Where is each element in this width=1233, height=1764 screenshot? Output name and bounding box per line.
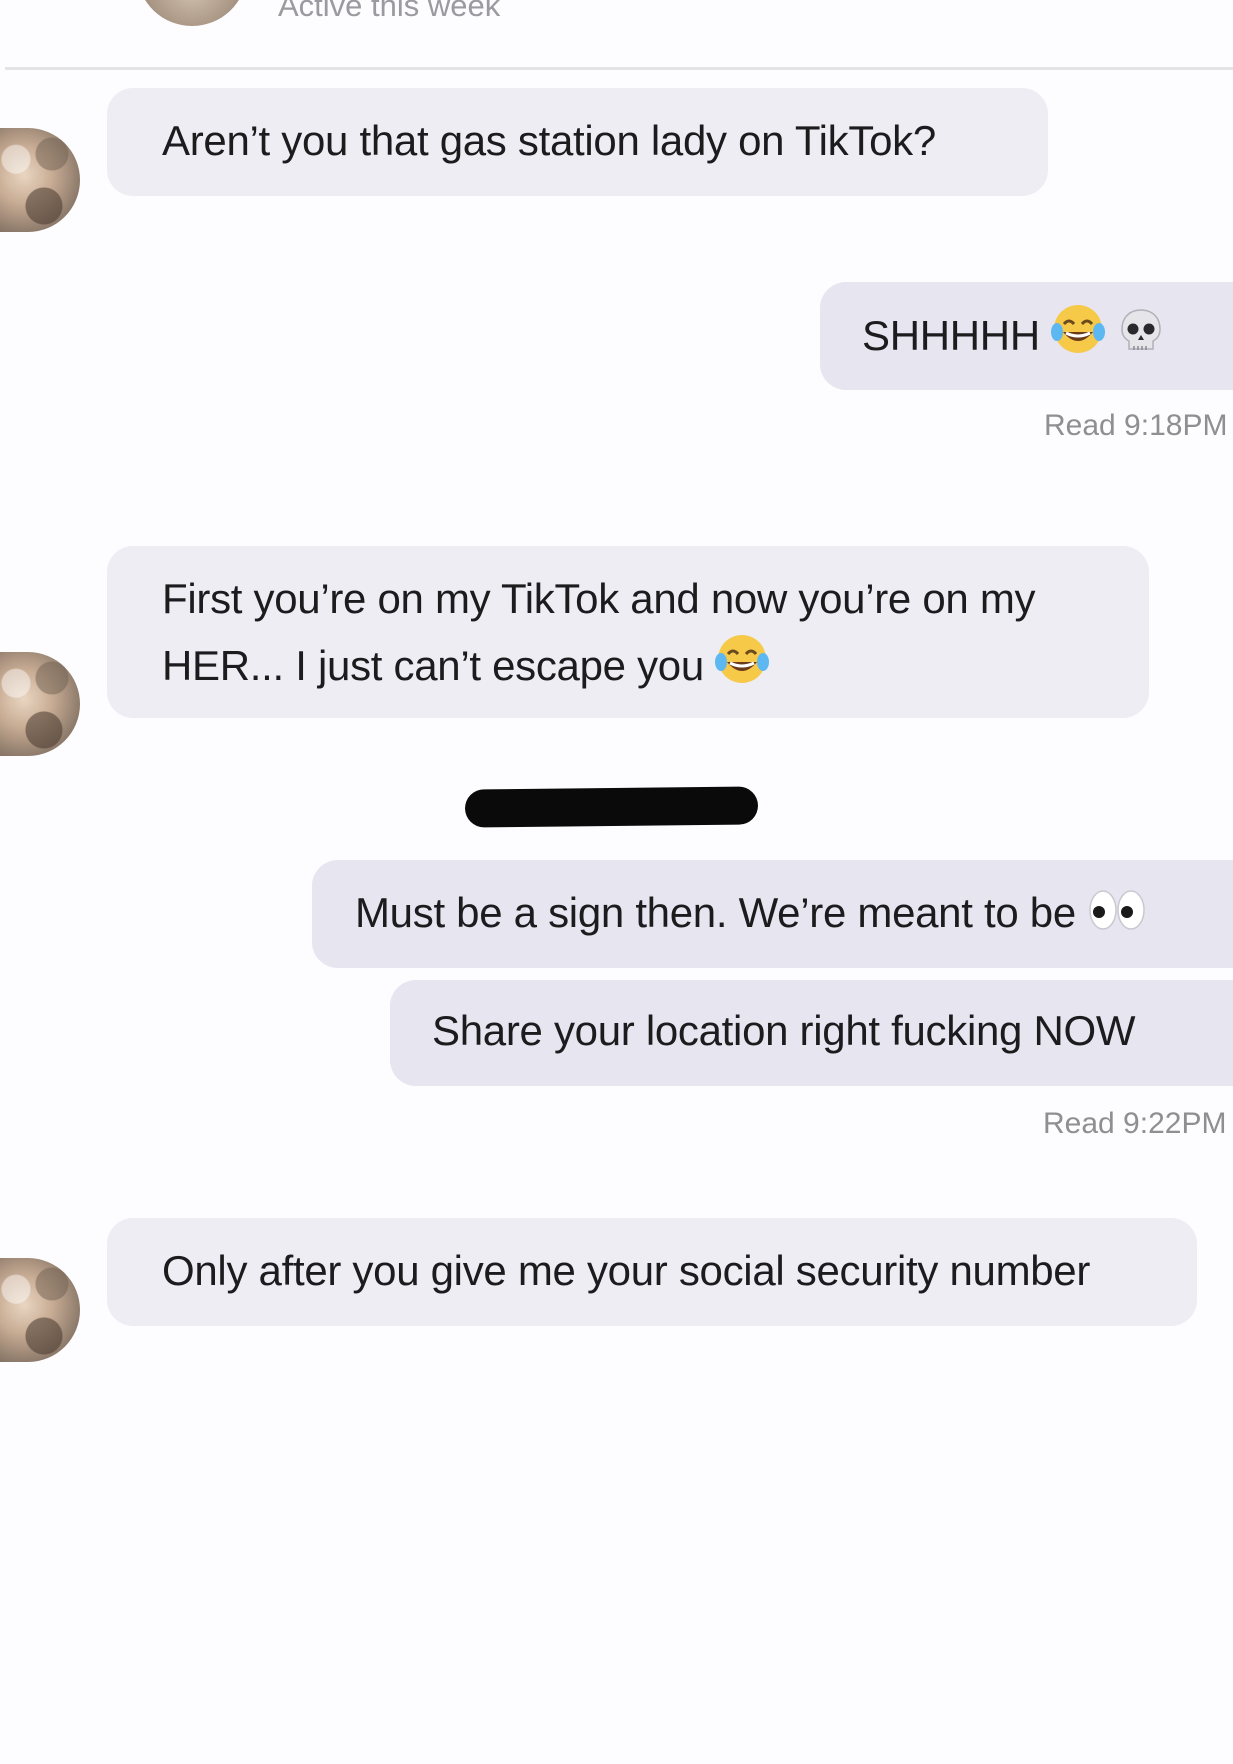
- message-text: Share your location right fucking NOW: [432, 1007, 1136, 1054]
- message-bubble-outgoing[interactable]: Must be a sign then. We’re meant to be: [312, 860, 1233, 968]
- message-text-line: HER... I just can’t escape you: [162, 642, 704, 689]
- read-receipt: Read 9:22PM: [1043, 1107, 1227, 1140]
- message-bubble-incoming[interactable]: First you’re on my TikTok and now you’re…: [107, 546, 1149, 718]
- sender-avatar[interactable]: [0, 128, 80, 232]
- redaction-bar: [464, 786, 759, 828]
- message-text: SHHHHH: [862, 312, 1040, 359]
- message-text: Aren’t you that gas station lady on TikT…: [162, 117, 936, 164]
- contact-avatar[interactable]: [138, 0, 246, 26]
- header-divider: [5, 67, 1233, 70]
- contact-status: Active this week: [278, 0, 501, 23]
- message-text-line: First you’re on my TikTok and now you’re…: [162, 575, 1036, 622]
- eyes-emoji: [1089, 890, 1146, 930]
- message-bubble-incoming[interactable]: Only after you give me your social secur…: [107, 1218, 1197, 1326]
- read-receipt: Read 9:18PM: [1044, 409, 1228, 442]
- message-bubble-outgoing[interactable]: Share your location right fucking NOW: [390, 980, 1233, 1086]
- message-bubble-outgoing[interactable]: SHHHHH: [820, 282, 1233, 390]
- sender-avatar[interactable]: [0, 1258, 80, 1362]
- message-text: Only after you give me your social secur…: [162, 1247, 1091, 1294]
- tears-of-joy-emoji: [715, 635, 770, 683]
- message-text: Must be a sign then. We’re meant to be: [355, 889, 1076, 936]
- skull-emoji: [1120, 309, 1161, 350]
- tears-of-joy-emoji: [1051, 305, 1106, 353]
- message-bubble-incoming[interactable]: Aren’t you that gas station lady on TikT…: [107, 88, 1048, 196]
- sender-avatar[interactable]: [0, 652, 80, 756]
